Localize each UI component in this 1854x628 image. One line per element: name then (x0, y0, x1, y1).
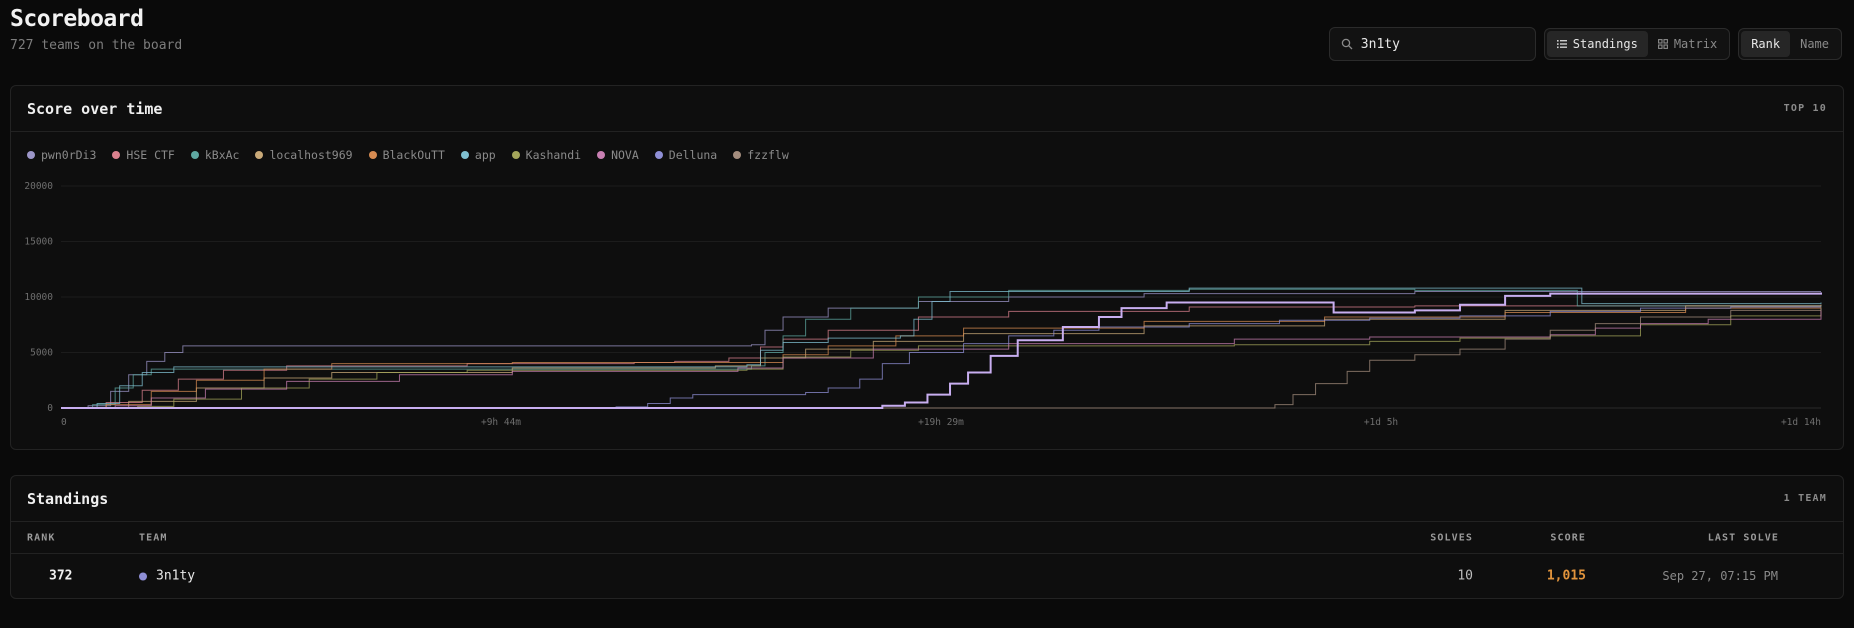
standings-team-count: 1 TEAM (1783, 493, 1827, 504)
series-line-pwn0rdi3 (61, 290, 1821, 409)
standings-view-button[interactable]: Standings (1546, 31, 1648, 57)
view-toggle: Standings Matrix (1543, 28, 1731, 60)
standings-panel-header: Standings 1 TEAM (11, 476, 1843, 522)
table-header: RANK TEAM SOLVES SCORE LAST SOLVE (11, 522, 1843, 554)
sort-name-button[interactable]: Name (1790, 31, 1839, 57)
toolbar: Standings Matrix Rank Name (1328, 27, 1842, 61)
team-name[interactable]: 3n1ty (156, 569, 195, 584)
team-color-dot (139, 572, 147, 580)
x-tick-label: +1d 5h (1364, 417, 1398, 428)
team-score: 1,015 (1546, 568, 1586, 584)
score-column-header[interactable]: SCORE (1550, 532, 1586, 543)
sort-toggle: Rank Name (1738, 28, 1842, 60)
page-header: Scoreboard 727 teams on the board (10, 6, 182, 53)
y-tick-label: 10000 (24, 292, 53, 303)
team-last-solve: Sep 27, 07:15 PM (1662, 569, 1778, 583)
series-line-delluna (61, 306, 1821, 409)
team-solves: 10 (1457, 568, 1473, 584)
rank-column-header[interactable]: RANK (27, 532, 55, 543)
series-line-fzzflw (61, 308, 1822, 409)
series-line-kbxac (61, 288, 1822, 409)
matrix-view-button[interactable]: Matrix (1648, 31, 1727, 57)
table-row[interactable]: 372 3n1ty 10 1,015 Sep 27, 07:15 PM (11, 554, 1843, 598)
search-box[interactable] (1328, 27, 1536, 61)
team-cell[interactable]: 3n1ty (139, 569, 195, 584)
team-count-subtitle: 727 teams on the board (10, 38, 183, 53)
x-tick-label: +1d 14h (1781, 417, 1821, 428)
team-column-header[interactable]: TEAM (139, 532, 167, 543)
series-line-blackoutt (61, 306, 1822, 409)
score-chart: 0 5000 10000 15000 20000 0 +9h 44m +19h 29m +1d … (24, 181, 1822, 428)
grid-icon (1657, 39, 1668, 49)
list-icon (1556, 40, 1567, 49)
series-line-hse-ctf (61, 304, 1822, 409)
x-tick-label: +19h 29m (918, 417, 964, 428)
page-title: Scoreboard (10, 6, 144, 32)
standings-panel-title: Standings (27, 489, 109, 508)
solves-column-header[interactable]: SOLVES (1430, 532, 1473, 543)
series-line-nova (61, 309, 1822, 409)
y-tick-label: 15000 (24, 237, 53, 248)
sort-rank-button[interactable]: Rank (1741, 31, 1791, 57)
y-tick-label: 5000 (30, 348, 53, 359)
team-rank: 372 (49, 568, 73, 584)
series-line-kashandi (61, 308, 1822, 409)
last-solve-column-header[interactable]: LAST SOLVE (1708, 532, 1779, 543)
search-icon (1341, 38, 1353, 50)
x-tick-label: 0 (61, 417, 67, 428)
matrix-view-label: Matrix (1673, 37, 1718, 51)
standings-panel: Standings 1 TEAM RANK TEAM SOLVES SCORE … (10, 475, 1844, 599)
score-chart-panel: Score over time TOP 10 pwn0rDi3 HSE CTF kB… (10, 85, 1844, 450)
x-tick-label: +9h 44m (481, 417, 521, 428)
series-line-localhost969 (61, 304, 1822, 409)
y-tick-label: 0 (47, 403, 53, 414)
search-input[interactable] (1360, 36, 1521, 52)
standings-view-label: Standings (1572, 37, 1638, 51)
y-tick-label: 20000 (24, 181, 53, 192)
